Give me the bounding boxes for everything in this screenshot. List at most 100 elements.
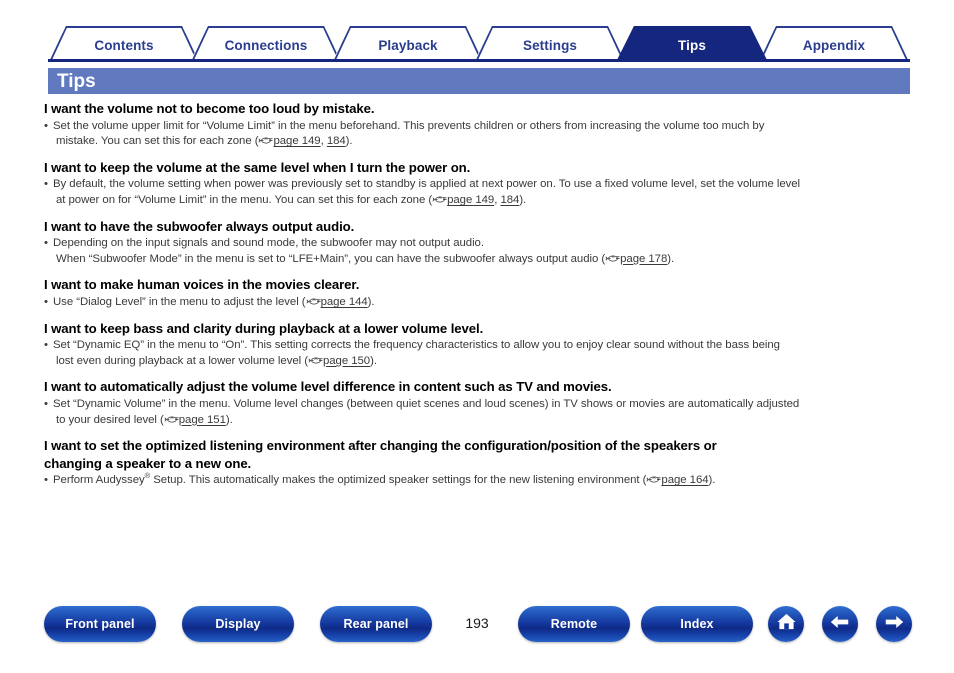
- tip-heading: I want to automatically adjust the volum…: [44, 379, 612, 395]
- tip-body-text: ).: [225, 413, 233, 426]
- forward-button[interactable]: [876, 606, 912, 642]
- tip-body-text: ).: [367, 295, 375, 308]
- tip-body-line: Set the volume upper limit for “Volume L…: [53, 119, 765, 132]
- tip-heading: I want to keep bass and clarity during p…: [44, 320, 484, 336]
- back-button[interactable]: [822, 606, 858, 642]
- rear-panel-button-label: Rear panel: [343, 617, 409, 631]
- tip-heading: I want the volume not to become too loud…: [44, 101, 375, 116]
- page-reference[interactable]: page 151).: [164, 413, 233, 429]
- tip-body-text: When “Subwoofer Mode” in the menu is set…: [56, 252, 606, 265]
- tip-body-line: Set “Dynamic Volume” in the menu. Volume…: [53, 397, 800, 410]
- tip-body-line: lost even during playback at a lower vol…: [53, 354, 912, 370]
- tip-section: I want to make human voices in the movie…: [44, 276, 912, 310]
- tab-contents-label: Contents: [94, 37, 154, 53]
- tip-body-text: mistake. You can set this for each zone …: [56, 135, 259, 148]
- pointing-hand-icon: [646, 474, 661, 483]
- tip-body-line: Perform Audyssey® Setup. This automatica…: [53, 472, 912, 489]
- tab-connections[interactable]: Connections: [190, 26, 342, 62]
- tip-body-text: Setup. This automatically makes the opti…: [150, 474, 647, 487]
- pointing-hand-icon: [258, 135, 273, 144]
- page-link[interactable]: 184: [327, 135, 346, 147]
- page-link[interactable]: page 178: [620, 253, 667, 265]
- tip-body: Set “Dynamic EQ” in the menu to “On”. Th…: [44, 338, 912, 369]
- tip-heading: I want to make human voices in the movie…: [44, 277, 360, 293]
- tip-section: I want to automatically adjust the volum…: [44, 378, 912, 428]
- tab-settings-label: Settings: [522, 37, 578, 53]
- display-button[interactable]: Display: [182, 606, 294, 642]
- index-button[interactable]: Index: [641, 606, 753, 642]
- tip-body-text: Use “Dialog Level” in the menu to adjust…: [53, 295, 306, 308]
- pointing-hand-icon: [306, 296, 321, 305]
- tip-section: I want to keep bass and clarity during p…: [44, 320, 912, 370]
- tip-body-line: to your desired level (page 151).: [53, 413, 912, 429]
- tip-body-text: ).: [667, 252, 675, 265]
- page-link[interactable]: page 149: [447, 194, 494, 206]
- content-area: I want the volume not to become too loud…: [44, 100, 912, 498]
- front-panel-button-label: Front panel: [65, 617, 135, 631]
- tip-body-text: to your desired level (: [56, 413, 164, 426]
- tip-body: Depending on the input signals and sound…: [44, 236, 912, 267]
- page-reference[interactable]: page 164).: [646, 473, 715, 489]
- page-reference[interactable]: page 178).: [605, 252, 674, 268]
- tab-settings[interactable]: Settings: [474, 26, 626, 62]
- rear-panel-button[interactable]: Rear panel: [320, 606, 432, 642]
- page-number: 193: [465, 615, 489, 631]
- tab-connections-label: Connections: [224, 37, 308, 53]
- pointing-hand-icon: [164, 414, 179, 423]
- tip-heading-line: changing a speaker to a new one.: [44, 455, 252, 471]
- page-link[interactable]: 184: [500, 194, 519, 206]
- tip-body-text: Perform Audyssey: [53, 474, 145, 487]
- tip-body-line: When “Subwoofer Mode” in the menu is set…: [53, 252, 912, 268]
- page-reference[interactable]: page 144).: [306, 295, 375, 311]
- tip-body-line: Depending on the input signals and sound…: [53, 237, 484, 250]
- tip-section: I want to keep the volume at the same le…: [44, 159, 912, 209]
- tip-body: By default, the volume setting when powe…: [44, 177, 912, 208]
- display-button-label: Display: [215, 617, 261, 631]
- page-link[interactable]: page 151: [179, 414, 226, 426]
- tip-body: Set the volume upper limit for “Volume L…: [44, 119, 912, 150]
- pointing-hand-icon: [432, 194, 447, 203]
- page-reference[interactable]: page 149, 184).: [258, 134, 353, 150]
- page-link[interactable]: page 150: [323, 355, 370, 367]
- tip-body: Perform Audyssey® Setup. This automatica…: [44, 472, 912, 489]
- tip-body-line: Use “Dialog Level” in the menu to adjust…: [53, 295, 912, 311]
- page-link[interactable]: page 149: [273, 135, 320, 147]
- tab-bar: Contents Connections Playback Settings T…: [48, 26, 910, 62]
- tip-heading: I want to set the optimized listening en…: [44, 437, 912, 472]
- tip-body-text: lost even during playback at a lower vol…: [56, 354, 308, 367]
- footer-bar: Front panel Display Rear panel 193 Remot…: [0, 606, 954, 651]
- page-link[interactable]: page 144: [321, 296, 368, 308]
- tab-appendix[interactable]: Appendix: [758, 26, 910, 62]
- tip-body-line: By default, the volume setting when powe…: [53, 178, 801, 191]
- page-reference[interactable]: page 149, 184).: [432, 193, 526, 209]
- tip-body-text: ).: [345, 135, 353, 148]
- page-title: Tips: [57, 70, 96, 92]
- tab-appendix-label: Appendix: [802, 37, 866, 53]
- front-panel-button[interactable]: Front panel: [44, 606, 156, 642]
- tab-bar-rule: [48, 59, 910, 62]
- home-button[interactable]: [768, 606, 804, 642]
- tip-heading-line: I want to set the optimized listening en…: [44, 438, 717, 454]
- tip-body-text: at power on for “Volume Limit” in the me…: [56, 193, 433, 206]
- tip-body-text: ).: [519, 193, 527, 206]
- tip-body-text: ).: [370, 354, 377, 367]
- page-reference[interactable]: page 150).: [308, 354, 377, 370]
- remote-button-label: Remote: [550, 617, 598, 631]
- pointing-hand-icon: [605, 253, 620, 262]
- remote-button[interactable]: Remote: [518, 606, 630, 642]
- page-link[interactable]: page 164: [661, 474, 708, 486]
- tip-body-line: at power on for “Volume Limit” in the me…: [53, 193, 912, 209]
- tip-body: Set “Dynamic Volume” in the menu. Volume…: [44, 397, 912, 428]
- tip-heading: I want to keep the volume at the same le…: [44, 159, 471, 175]
- tab-tips[interactable]: Tips: [616, 26, 768, 62]
- tip-section: I want to set the optimized listening en…: [44, 437, 912, 489]
- tip-heading: I want to have the subwoofer always outp…: [44, 218, 355, 234]
- home-icon: [776, 612, 797, 636]
- tip-body-line: Set “Dynamic EQ” in the menu to “On”. Th…: [53, 339, 780, 352]
- manual-page: Contents Connections Playback Settings T…: [0, 0, 954, 673]
- tab-playback[interactable]: Playback: [332, 26, 484, 62]
- arrow-left-icon: [829, 613, 851, 636]
- pointing-hand-icon: [308, 355, 323, 364]
- tab-contents[interactable]: Contents: [48, 26, 200, 62]
- tip-body-line: mistake. You can set this for each zone …: [53, 134, 912, 150]
